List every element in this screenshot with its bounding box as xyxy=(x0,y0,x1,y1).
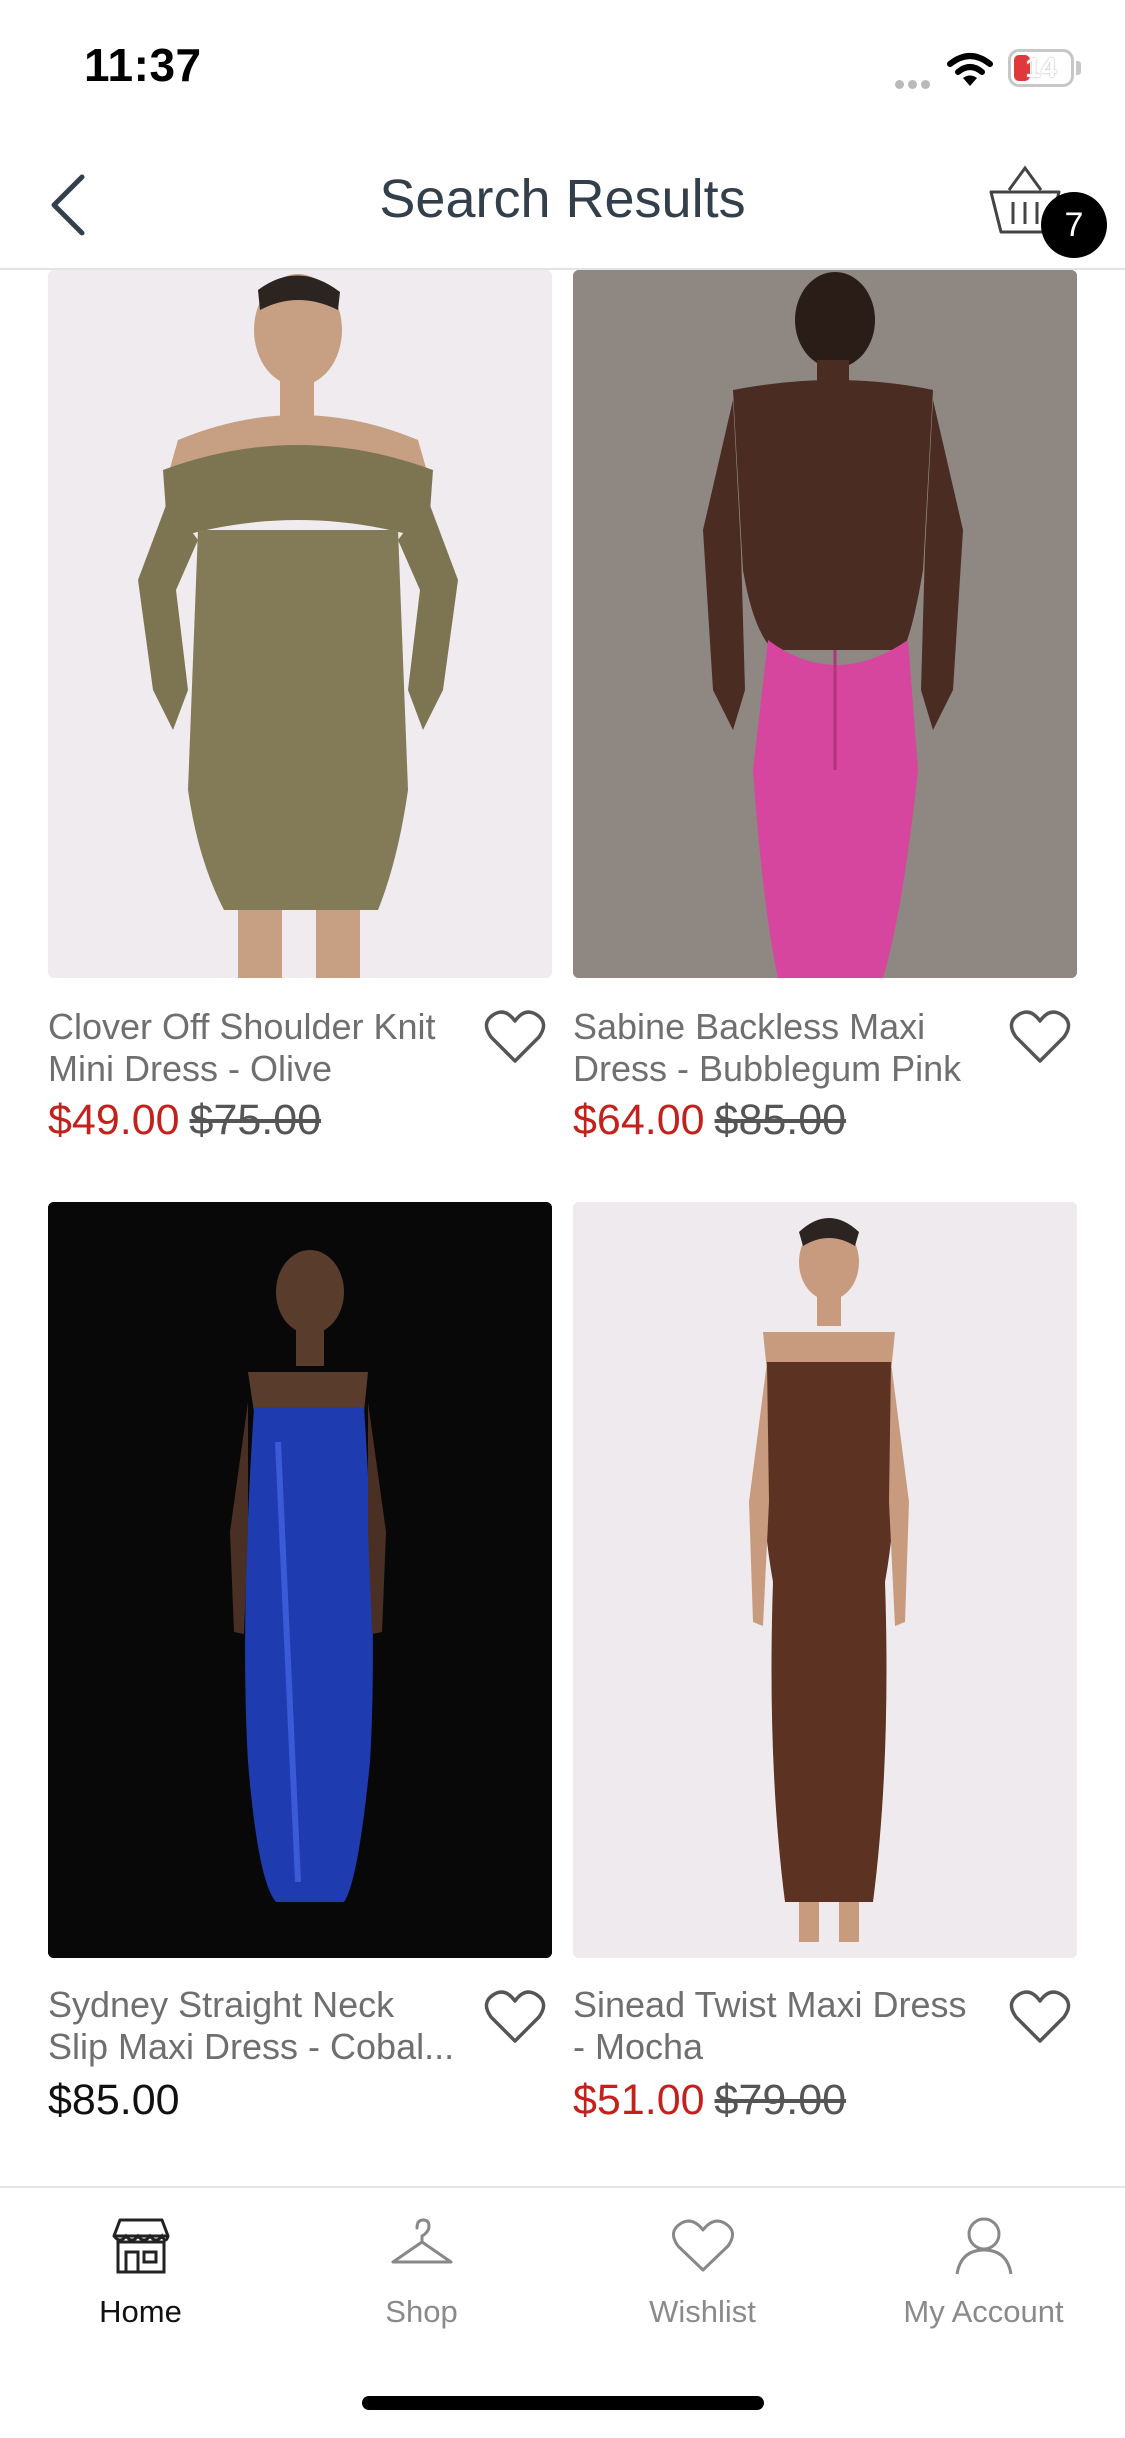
sale-price: $51.00 xyxy=(573,2076,705,2124)
wishlist-heart-icon[interactable] xyxy=(1008,1987,1072,2047)
cellular-signal-icon xyxy=(895,76,934,94)
price-row: $51.00 $79.00 xyxy=(573,2076,846,2125)
product-name-line2[interactable]: - Mocha xyxy=(573,2026,993,2068)
person-icon xyxy=(955,2217,1013,2275)
product-name-line1[interactable]: Sinead Twist Maxi Dress xyxy=(573,1984,993,2026)
wifi-icon xyxy=(947,53,993,86)
product-card[interactable]: Sabine Backless Maxi Dress - Bubblegum P… xyxy=(573,270,1077,1170)
price-row: $64.00 $85.00 xyxy=(573,1096,846,1145)
wishlist-heart-icon[interactable] xyxy=(1008,1007,1072,1067)
product-image[interactable] xyxy=(48,270,552,978)
product-name-line1[interactable]: Sydney Straight Neck xyxy=(48,1984,468,2026)
battery-icon: 14 xyxy=(1008,49,1074,87)
wishlist-heart-icon[interactable] xyxy=(483,1007,547,1067)
price: $85.00 xyxy=(48,2076,180,2124)
cobalt-dress-photo xyxy=(48,1202,552,1958)
tab-home[interactable]: Home xyxy=(0,2188,281,2348)
wishlist-heart-icon[interactable] xyxy=(483,1987,547,2047)
hanger-icon xyxy=(391,2218,453,2264)
product-image[interactable] xyxy=(48,1202,552,1958)
product-card[interactable]: Clover Off Shoulder Knit Mini Dress - Ol… xyxy=(48,270,552,1170)
battery-level: 14 xyxy=(1025,52,1057,83)
tab-my-account-label: My Account xyxy=(903,2294,1064,2329)
product-card[interactable]: Sinead Twist Maxi Dress - Mocha $51.00 $7… xyxy=(573,1202,1077,2152)
price-row: $49.00 $75.00 xyxy=(48,1096,321,1145)
tab-shop-label: Shop xyxy=(385,2294,458,2329)
home-indicator xyxy=(362,2396,764,2410)
original-price: $85.00 xyxy=(714,1096,847,1144)
original-price: $75.00 xyxy=(189,1096,322,1144)
olive-dress-photo xyxy=(48,270,552,978)
navigation-header: Search Results xyxy=(0,140,1125,270)
price-row: $85.00 xyxy=(48,2076,180,2125)
product-name-line2[interactable]: Mini Dress - Olive xyxy=(48,1048,468,1090)
tab-shop[interactable]: Shop xyxy=(281,2188,562,2348)
product-card[interactable]: Sydney Straight Neck Slip Maxi Dress - C… xyxy=(48,1202,552,2152)
product-name-line1[interactable]: Sabine Backless Maxi xyxy=(573,1006,993,1048)
battery-nub xyxy=(1076,61,1081,75)
tab-home-label: Home xyxy=(99,2294,182,2329)
sale-price: $49.00 xyxy=(48,1096,180,1144)
tab-wishlist-label: Wishlist xyxy=(649,2294,756,2329)
mocha-dress-photo xyxy=(573,1202,1077,1958)
page-title: Search Results xyxy=(379,169,746,229)
pink-dress-photo xyxy=(573,270,1077,978)
status-bar: 11:37 14 xyxy=(0,0,1125,140)
heart-icon xyxy=(672,2219,734,2272)
product-name-line1[interactable]: Clover Off Shoulder Knit xyxy=(48,1006,468,1048)
product-image[interactable] xyxy=(573,270,1077,978)
original-price: $79.00 xyxy=(714,2076,847,2124)
cart-count-badge: 7 xyxy=(1041,192,1107,258)
product-name-line2[interactable]: Slip Maxi Dress - Cobal... xyxy=(48,2026,468,2068)
tab-my-account[interactable]: My Account xyxy=(843,2188,1124,2348)
product-image[interactable] xyxy=(573,1202,1077,1958)
storefront-icon xyxy=(112,2218,170,2274)
status-time: 11:37 xyxy=(84,39,202,91)
sale-price: $64.00 xyxy=(573,1096,705,1144)
tab-wishlist[interactable]: Wishlist xyxy=(562,2188,843,2348)
product-name-line2[interactable]: Dress - Bubblegum Pink xyxy=(573,1048,993,1090)
